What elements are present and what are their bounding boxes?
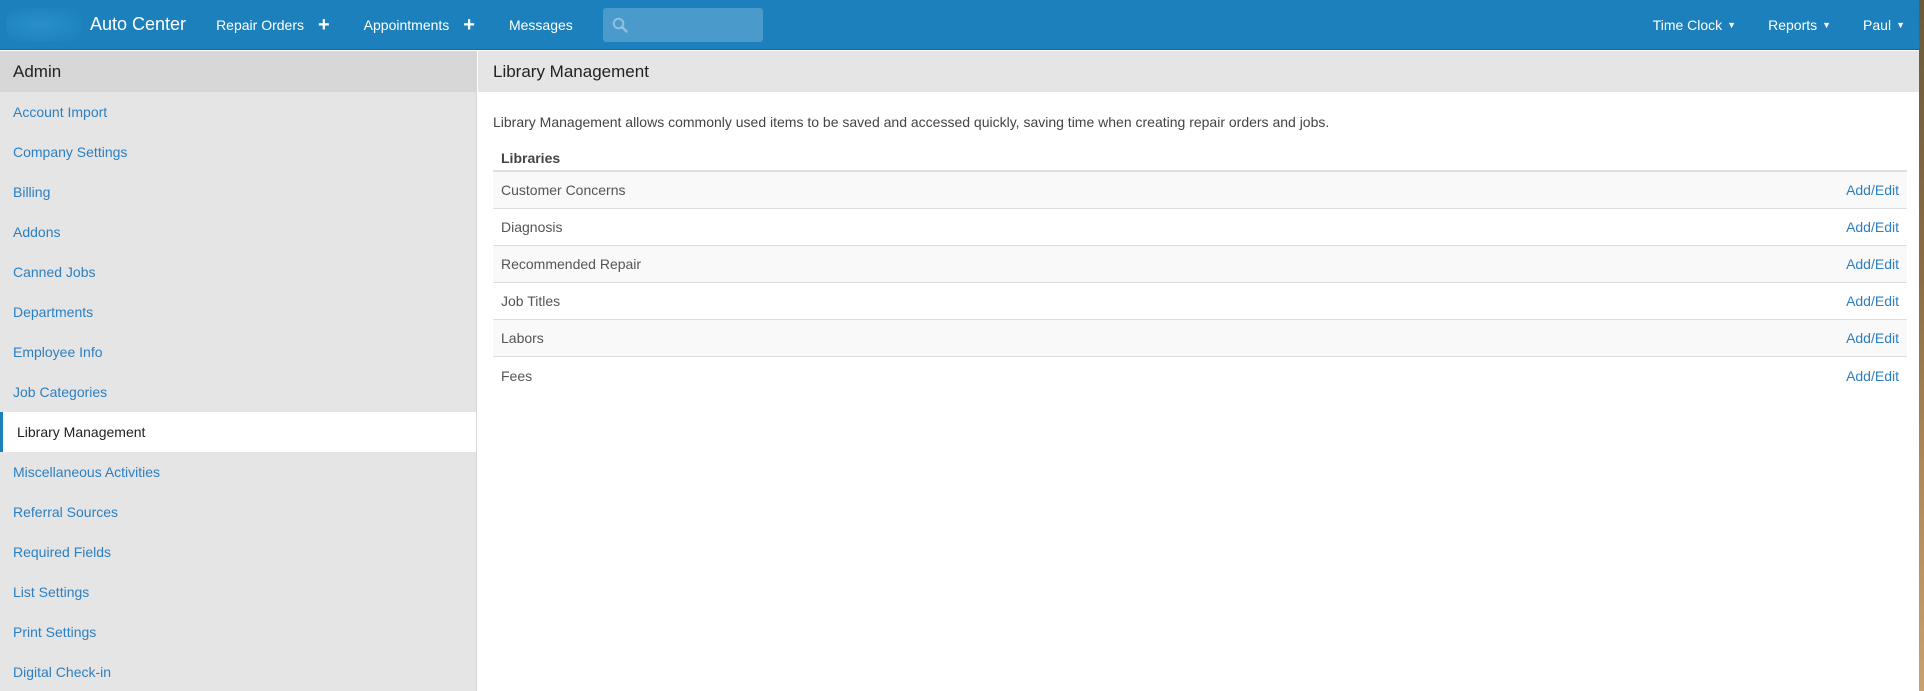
background-edge (1919, 0, 1924, 691)
sidebar-item-miscellaneous-activities[interactable]: Miscellaneous Activities (0, 452, 476, 492)
sidebar-item-employee-info[interactable]: Employee Info (0, 332, 476, 372)
nav-messages-label[interactable]: Messages (509, 17, 573, 33)
table-row: Recommended Repair Add/Edit (493, 246, 1907, 283)
main-body: Library Management allows commonly used … (478, 114, 1919, 394)
main-content: Library Management Library Management al… (478, 51, 1919, 691)
sidebar-item-print-settings[interactable]: Print Settings (0, 612, 476, 652)
table-row: Fees Add/Edit (493, 357, 1907, 394)
sidebar-item-canned-jobs[interactable]: Canned Jobs (0, 252, 476, 292)
nav-appointments[interactable]: Appointments + (364, 0, 475, 50)
brand-logo (6, 7, 82, 42)
add-edit-link[interactable]: Add/Edit (1846, 293, 1899, 309)
library-name: Labors (501, 330, 544, 346)
library-name: Recommended Repair (501, 256, 642, 272)
caret-down-icon: ▼ (1896, 19, 1905, 30)
nav-reports-label[interactable]: Reports (1768, 17, 1817, 33)
brand[interactable]: Auto Center (0, 0, 186, 50)
table-row: Labors Add/Edit (493, 320, 1907, 357)
add-edit-link[interactable]: Add/Edit (1846, 256, 1899, 272)
sidebar-item-departments[interactable]: Departments (0, 292, 476, 332)
sidebar-item-billing[interactable]: Billing (0, 172, 476, 212)
libraries-table-header: Libraries (493, 150, 1907, 172)
caret-down-icon: ▼ (1727, 19, 1737, 30)
table-row: Diagnosis Add/Edit (493, 209, 1907, 246)
library-name: Job Titles (501, 293, 561, 309)
library-name: Customer Concerns (501, 182, 626, 198)
sidebar-item-addons[interactable]: Addons (0, 212, 476, 252)
sidebar-item-library-management[interactable]: Library Management (0, 412, 476, 452)
add-repair-order-plus-icon[interactable]: + (318, 15, 330, 35)
sidebar-header: Admin (0, 51, 476, 92)
add-edit-link[interactable]: Add/Edit (1846, 368, 1899, 384)
page-title: Library Management (478, 51, 1919, 92)
sidebar-item-required-fields[interactable]: Required Fields (0, 532, 476, 572)
sidebar-item-digital-check-in[interactable]: Digital Check-in (0, 652, 476, 691)
library-name: Diagnosis (501, 219, 563, 235)
nav-right: Time Clock ▼ Reports ▼ Paul ▼ (1653, 0, 1919, 50)
libraries-table: Libraries Customer Concerns Add/Edit Dia… (493, 150, 1907, 394)
top-navbar: Auto Center Repair Orders + Appointments… (0, 0, 1919, 50)
admin-sidebar: Admin Account Import Company Settings Bi… (0, 51, 477, 691)
nav-user-label[interactable]: Paul (1863, 17, 1891, 33)
sidebar-item-company-settings[interactable]: Company Settings (0, 132, 476, 172)
page-description: Library Management allows commonly used … (493, 114, 1330, 130)
brand-name[interactable]: Auto Center (90, 14, 186, 35)
search-icon (612, 17, 628, 33)
sidebar-item-referral-sources[interactable]: Referral Sources (0, 492, 476, 532)
search-input[interactable] (602, 7, 763, 42)
nav-time-clock-label[interactable]: Time Clock (1653, 17, 1723, 33)
nav-left: Repair Orders + Appointments + Messages (216, 0, 763, 50)
library-name: Fees (501, 367, 533, 384)
sidebar-item-list-settings[interactable]: List Settings (0, 572, 476, 612)
nav-repair-orders[interactable]: Repair Orders + (216, 0, 330, 50)
table-row: Job Titles Add/Edit (493, 283, 1907, 320)
caret-down-icon: ▼ (1822, 19, 1832, 30)
nav-time-clock-dropdown[interactable]: Time Clock ▼ (1653, 0, 1736, 50)
add-appointment-plus-icon[interactable]: + (463, 15, 475, 35)
add-edit-link[interactable]: Add/Edit (1846, 182, 1899, 198)
sidebar-item-job-categories[interactable]: Job Categories (0, 372, 476, 412)
add-edit-link[interactable]: Add/Edit (1846, 330, 1899, 346)
nav-repair-orders-label[interactable]: Repair Orders (216, 17, 304, 33)
table-row: Customer Concerns Add/Edit (493, 172, 1907, 209)
add-edit-link[interactable]: Add/Edit (1846, 219, 1899, 235)
nav-reports-dropdown[interactable]: Reports ▼ (1768, 0, 1831, 50)
nav-appointments-label[interactable]: Appointments (364, 17, 450, 33)
sidebar-item-account-import[interactable]: Account Import (0, 92, 476, 132)
nav-messages[interactable]: Messages (509, 0, 573, 50)
nav-user-dropdown[interactable]: Paul ▼ (1863, 0, 1905, 50)
